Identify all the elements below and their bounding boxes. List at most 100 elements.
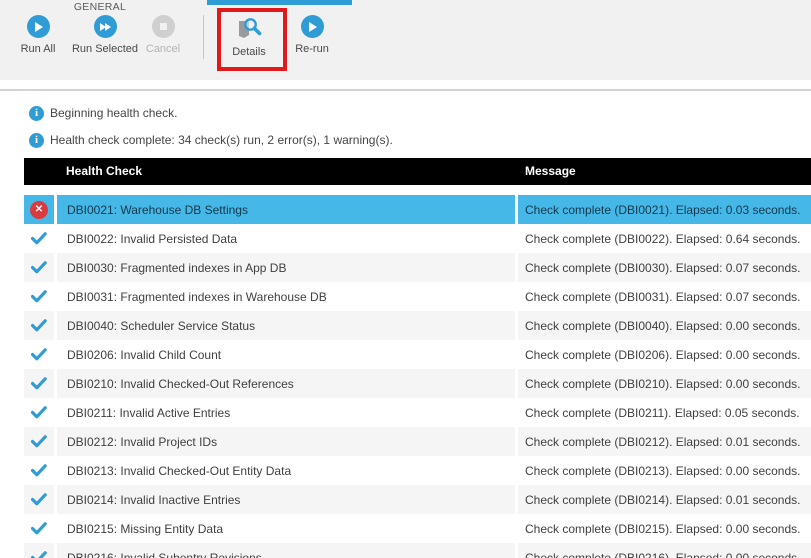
error-icon: ✕ bbox=[30, 201, 48, 219]
status-message-text: Beginning health check. bbox=[50, 106, 177, 120]
table-row[interactable]: ✕ DBI0216: Invalid Subentry Revisions Ch… bbox=[24, 543, 811, 558]
health-check-cell: DBI0031: Fragmented indexes in Warehouse… bbox=[57, 282, 515, 311]
table-header: Health Check Message bbox=[24, 158, 811, 185]
check-icon bbox=[31, 522, 47, 535]
ribbon-group-label: GENERAL bbox=[60, 1, 140, 13]
health-check-name: DBI0040: Scheduler Service Status bbox=[67, 319, 255, 333]
info-icon: i bbox=[29, 133, 44, 148]
status-cell: ✕ bbox=[24, 195, 54, 224]
message-cell: Check complete (DBI0030). Elapsed: 0.07 … bbox=[518, 253, 811, 282]
row-message: Check complete (DBI0214). Elapsed: 0.01 … bbox=[525, 493, 800, 507]
run-selected-label: Run Selected bbox=[72, 43, 138, 55]
table-row[interactable]: ✕ DBI0206: Invalid Child Count Check com… bbox=[24, 340, 811, 369]
fast-forward-icon bbox=[94, 15, 117, 38]
document-magnifier-icon bbox=[235, 16, 263, 41]
check-icon bbox=[31, 261, 47, 274]
toolbar-divider bbox=[0, 89, 811, 91]
health-check-name: DBI0206: Invalid Child Count bbox=[67, 348, 221, 362]
status-cell: ✕ bbox=[24, 398, 54, 427]
health-check-cell: DBI0210: Invalid Checked-Out References bbox=[57, 369, 515, 398]
ribbon-tab-indicator bbox=[207, 0, 352, 5]
message-cell: Check complete (DBI0214). Elapsed: 0.01 … bbox=[518, 485, 811, 514]
status-messages: i Beginning health check. i Health check… bbox=[0, 99, 811, 156]
row-message: Check complete (DBI0040). Elapsed: 0.00 … bbox=[525, 319, 800, 333]
table-row[interactable]: ✕ DBI0213: Invalid Checked-Out Entity Da… bbox=[24, 456, 811, 485]
table-row[interactable]: ✕ DBI0215: Missing Entity Data Check com… bbox=[24, 514, 811, 543]
play-icon bbox=[27, 15, 50, 38]
details-label: Details bbox=[232, 46, 266, 58]
cancel-label: Cancel bbox=[146, 43, 180, 55]
status-cell: ✕ bbox=[24, 543, 54, 558]
message-cell: Check complete (DBI0031). Elapsed: 0.07 … bbox=[518, 282, 811, 311]
status-message: i Beginning health check. bbox=[29, 102, 811, 124]
health-check-cell: DBI0021: Warehouse DB Settings bbox=[57, 195, 515, 224]
health-check-cell: DBI0214: Invalid Inactive Entries bbox=[57, 485, 515, 514]
health-check-name: DBI0022: Invalid Persisted Data bbox=[67, 232, 237, 246]
health-check-screen: GENERAL Run All Run Selected Cancel Deta… bbox=[0, 0, 811, 558]
health-check-cell: DBI0216: Invalid Subentry Revisions bbox=[57, 543, 515, 558]
column-header-health-check: Health Check bbox=[66, 158, 142, 185]
health-check-cell: DBI0213: Invalid Checked-Out Entity Data bbox=[57, 456, 515, 485]
health-check-cell: DBI0206: Invalid Child Count bbox=[57, 340, 515, 369]
health-check-cell: DBI0040: Scheduler Service Status bbox=[57, 311, 515, 340]
health-check-name: DBI0031: Fragmented indexes in Warehouse… bbox=[67, 290, 327, 304]
table-row[interactable]: ✕ DBI0211: Invalid Active Entries Check … bbox=[24, 398, 811, 427]
health-check-table: Health Check Message ✕ DBI0021: Warehous… bbox=[24, 158, 811, 558]
status-cell: ✕ bbox=[24, 224, 54, 253]
health-check-name: DBI0213: Invalid Checked-Out Entity Data bbox=[67, 464, 291, 478]
status-cell: ✕ bbox=[24, 514, 54, 543]
message-cell: Check complete (DBI0021). Elapsed: 0.03 … bbox=[518, 195, 811, 224]
info-icon: i bbox=[29, 106, 44, 121]
row-message: Check complete (DBI0216). Elapsed: 0.00 … bbox=[525, 551, 800, 558]
health-check-name: DBI0215: Missing Entity Data bbox=[67, 522, 223, 536]
status-message: i Health check complete: 34 check(s) run… bbox=[29, 129, 811, 151]
table-row[interactable]: ✕ DBI0212: Invalid Project IDs Check com… bbox=[24, 427, 811, 456]
table-row[interactable]: ✕ DBI0040: Scheduler Service Status Chec… bbox=[24, 311, 811, 340]
table-row[interactable]: ✕ DBI0214: Invalid Inactive Entries Chec… bbox=[24, 485, 811, 514]
health-check-name: DBI0212: Invalid Project IDs bbox=[67, 435, 217, 449]
table-row[interactable]: ✕ DBI0031: Fragmented indexes in Warehou… bbox=[24, 282, 811, 311]
run-all-button[interactable]: Run All bbox=[8, 15, 68, 67]
status-message-text: Health check complete: 34 check(s) run, … bbox=[50, 133, 393, 147]
status-cell: ✕ bbox=[24, 427, 54, 456]
message-cell: Check complete (DBI0206). Elapsed: 0.00 … bbox=[518, 340, 811, 369]
health-check-name: DBI0210: Invalid Checked-Out References bbox=[67, 377, 294, 391]
table-row[interactable]: ✕ DBI0210: Invalid Checked-Out Reference… bbox=[24, 369, 811, 398]
row-message: Check complete (DBI0022). Elapsed: 0.64 … bbox=[525, 232, 800, 246]
health-check-name: DBI0214: Invalid Inactive Entries bbox=[67, 493, 240, 507]
check-icon bbox=[31, 348, 47, 361]
status-cell: ✕ bbox=[24, 311, 54, 340]
check-icon bbox=[31, 435, 47, 448]
row-message: Check complete (DBI0210). Elapsed: 0.00 … bbox=[525, 377, 800, 391]
ribbon-toolbar: GENERAL Run All Run Selected Cancel Deta… bbox=[0, 0, 811, 80]
row-message: Check complete (DBI0030). Elapsed: 0.07 … bbox=[525, 261, 800, 275]
check-icon bbox=[31, 406, 47, 419]
row-message: Check complete (DBI0021). Elapsed: 0.03 … bbox=[525, 203, 800, 217]
check-icon bbox=[31, 232, 47, 245]
run-selected-button[interactable]: Run Selected bbox=[70, 15, 140, 67]
message-cell: Check complete (DBI0211). Elapsed: 0.05 … bbox=[518, 398, 811, 427]
check-icon bbox=[31, 377, 47, 390]
status-cell: ✕ bbox=[24, 253, 54, 282]
table-body: ✕ DBI0021: Warehouse DB Settings Check c… bbox=[24, 195, 811, 558]
status-cell: ✕ bbox=[24, 369, 54, 398]
table-row[interactable]: ✕ DBI0022: Invalid Persisted Data Check … bbox=[24, 224, 811, 253]
status-cell: ✕ bbox=[24, 456, 54, 485]
message-cell: Check complete (DBI0210). Elapsed: 0.00 … bbox=[518, 369, 811, 398]
run-all-label: Run All bbox=[21, 43, 56, 55]
check-icon bbox=[31, 551, 47, 558]
rerun-button[interactable]: Re-run bbox=[282, 15, 342, 67]
message-cell: Check complete (DBI0215). Elapsed: 0.00 … bbox=[518, 514, 811, 543]
health-check-name: DBI0216: Invalid Subentry Revisions bbox=[67, 551, 262, 558]
status-cell: ✕ bbox=[24, 282, 54, 311]
table-row[interactable]: ✕ DBI0030: Fragmented indexes in App DB … bbox=[24, 253, 811, 282]
details-button[interactable]: Details bbox=[219, 17, 279, 69]
health-check-name: DBI0021: Warehouse DB Settings bbox=[67, 203, 248, 217]
health-check-cell: DBI0212: Invalid Project IDs bbox=[57, 427, 515, 456]
play-icon bbox=[301, 15, 324, 38]
check-icon bbox=[31, 319, 47, 332]
check-icon bbox=[31, 290, 47, 303]
message-cell: Check complete (DBI0213). Elapsed: 0.00 … bbox=[518, 456, 811, 485]
table-row[interactable]: ✕ DBI0021: Warehouse DB Settings Check c… bbox=[24, 195, 811, 224]
message-cell: Check complete (DBI0040). Elapsed: 0.00 … bbox=[518, 311, 811, 340]
